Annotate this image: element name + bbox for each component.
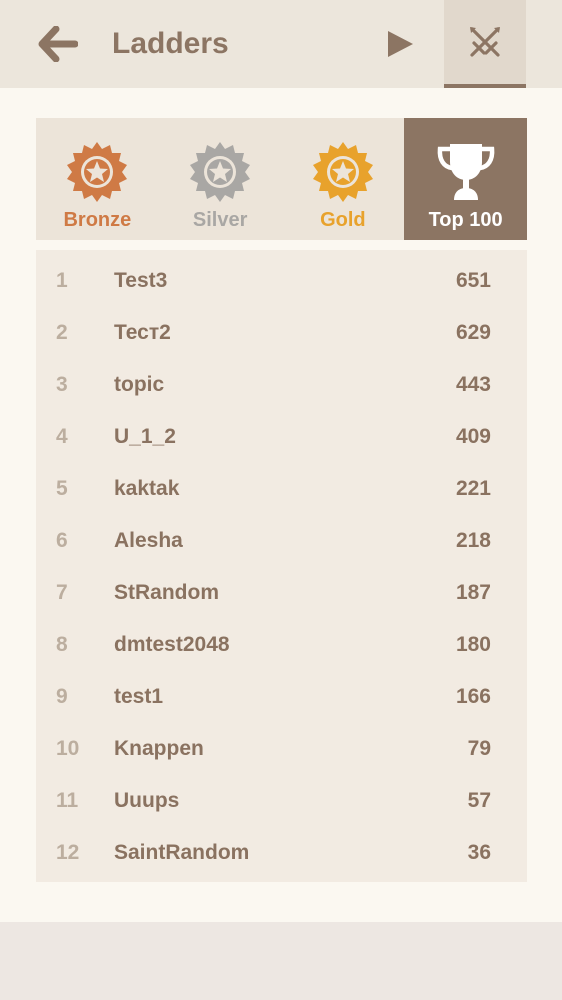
- page-title: Ladders: [112, 27, 229, 60]
- ladder-list: 1 Test3 651 2 Тест2 629 3 topic 443 4 U_…: [36, 250, 527, 882]
- player-name: Uuups: [114, 789, 180, 812]
- tab-gold[interactable]: Gold: [282, 118, 405, 240]
- player-score: 180: [455, 633, 491, 656]
- tab-top-100[interactable]: Top 100: [404, 118, 527, 240]
- trophy-icon: [437, 144, 494, 200]
- player-name: Knappen: [114, 737, 204, 760]
- bronze-star-badge-icon: [67, 142, 128, 202]
- player-score: 651: [455, 269, 491, 292]
- list-item[interactable]: 3 topic 443: [36, 354, 527, 406]
- rank-number: 10: [56, 737, 80, 760]
- player-score: 629: [455, 321, 491, 344]
- rank-number: 3: [56, 373, 68, 396]
- player-score: 409: [455, 425, 491, 448]
- list-item[interactable]: 4 U_1_2 409: [36, 406, 527, 458]
- list-item[interactable]: 6 Alesha 218: [36, 510, 527, 562]
- tab-bronze[interactable]: Bronze: [36, 118, 159, 240]
- player-score: 443: [455, 373, 491, 396]
- player-name: StRandom: [114, 581, 219, 604]
- player-name: Test3: [114, 269, 168, 292]
- tab-gold-label: Gold: [320, 209, 366, 231]
- tab-bronze-label: Bronze: [63, 209, 132, 231]
- bottom-bar: [0, 922, 562, 1000]
- crossed-swords-icon: [470, 27, 500, 57]
- rank-number: 2: [56, 321, 68, 344]
- player-name: dmtest2048: [114, 633, 230, 656]
- play-button[interactable]: [380, 24, 420, 64]
- player-name: kaktak: [114, 477, 180, 500]
- list-item[interactable]: 1 Test3 651: [36, 250, 527, 302]
- list-item[interactable]: 11 Uuups 57: [36, 770, 527, 822]
- player-name: U_1_2: [114, 425, 176, 448]
- rank-number: 1: [56, 269, 68, 292]
- rank-number: 9: [56, 685, 68, 708]
- player-score: 57: [467, 789, 491, 812]
- player-name: topic: [114, 373, 165, 396]
- player-score: 79: [467, 737, 491, 760]
- list-item[interactable]: 5 kaktak 221: [36, 458, 527, 510]
- player-score: 187: [455, 581, 491, 604]
- tab-top-100-label: Top 100: [428, 209, 503, 231]
- list-item[interactable]: 9 test1 166: [36, 666, 527, 718]
- battle-tab-button[interactable]: [444, 0, 526, 88]
- rank-number: 6: [56, 529, 68, 552]
- player-score: 218: [455, 529, 491, 552]
- player-name: SaintRandom: [114, 841, 250, 864]
- rank-number: 11: [56, 789, 79, 812]
- rank-number: 5: [56, 477, 68, 500]
- rank-number: 4: [56, 425, 68, 448]
- player-name: Alesha: [114, 529, 183, 552]
- rank-number: 12: [56, 841, 80, 864]
- list-item[interactable]: 12 SaintRandom 36: [36, 822, 527, 874]
- tab-silver[interactable]: Silver: [159, 118, 282, 240]
- player-score: 36: [467, 841, 491, 864]
- list-item[interactable]: 8 dmtest2048 180: [36, 614, 527, 666]
- play-icon: [388, 31, 413, 57]
- ladder-tier-tabs: Bronze Silver Gold Top 100: [36, 118, 527, 240]
- rank-number: 8: [56, 633, 68, 656]
- tab-silver-label: Silver: [192, 209, 248, 231]
- back-button[interactable]: [36, 24, 80, 64]
- player-score: 166: [455, 685, 491, 708]
- arrow-left-icon: [38, 26, 78, 62]
- player-name: test1: [114, 685, 164, 708]
- top-app-bar: Ladders: [0, 0, 562, 88]
- gold-star-badge-icon: [312, 142, 373, 202]
- player-score: 221: [455, 477, 491, 500]
- silver-star-badge-icon: [190, 142, 251, 202]
- list-item[interactable]: 2 Тест2 629: [36, 302, 527, 354]
- player-name: Тест2: [114, 321, 171, 344]
- list-item[interactable]: 7 StRandom 187: [36, 562, 527, 614]
- list-item[interactable]: 10 Knappen 79: [36, 718, 527, 770]
- rank-number: 7: [56, 581, 68, 604]
